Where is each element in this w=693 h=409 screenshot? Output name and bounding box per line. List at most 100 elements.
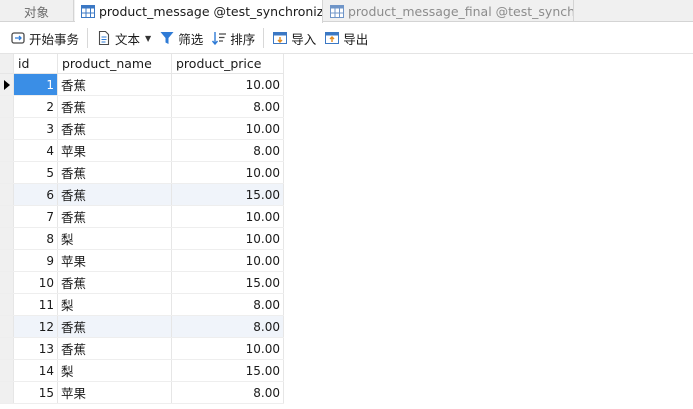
tab-product-message[interactable]: product_message @test_synchroniza... xyxy=(75,0,323,23)
export-button[interactable]: 导出 xyxy=(320,26,372,50)
cell-product-price[interactable]: 10.00 xyxy=(172,206,284,227)
cell-id[interactable]: 2 xyxy=(14,96,58,117)
begin-transaction-button[interactable]: 开始事务 xyxy=(6,26,83,50)
table-row[interactable]: 1 香蕉 10.00 xyxy=(0,74,284,96)
cell-id[interactable]: 14 xyxy=(14,360,58,381)
column-header-id[interactable]: id xyxy=(14,54,58,73)
cell-product-price[interactable]: 8.00 xyxy=(172,96,284,117)
cell-product-name[interactable]: 梨 xyxy=(58,228,172,249)
row-indicator[interactable] xyxy=(0,162,14,183)
cell-id[interactable]: 8 xyxy=(14,228,58,249)
cell-id[interactable]: 9 xyxy=(14,250,58,271)
row-indicator-header xyxy=(0,54,14,73)
import-label: 导入 xyxy=(291,31,317,47)
cell-id[interactable]: 11 xyxy=(14,294,58,315)
filter-icon xyxy=(160,32,174,44)
table-row[interactable]: 2 香蕉 8.00 xyxy=(0,96,284,118)
sort-icon xyxy=(212,32,227,46)
data-grid[interactable]: id product_name product_price 1 香蕉 10.00 2 香… xyxy=(0,54,284,404)
cell-product-name[interactable]: 香蕉 xyxy=(58,162,172,183)
table-row[interactable]: 12 香蕉 8.00 xyxy=(0,316,284,338)
sort-button[interactable]: 排序 xyxy=(207,26,259,50)
toolbar: 开始事务 文本 ▼ 筛选 排序 导入 导出 xyxy=(0,23,693,54)
cell-product-name[interactable]: 香蕉 xyxy=(58,272,172,293)
table-row[interactable]: 5 香蕉 10.00 xyxy=(0,162,284,184)
export-icon xyxy=(325,32,340,44)
cell-product-price[interactable]: 10.00 xyxy=(172,338,284,359)
cell-product-price[interactable]: 10.00 xyxy=(172,74,284,95)
current-row-arrow-icon xyxy=(3,79,10,90)
cell-product-name[interactable]: 梨 xyxy=(58,294,172,315)
tab-bar: 对象 product_message @test_synchroniza... … xyxy=(0,0,693,23)
filter-button[interactable]: 筛选 xyxy=(155,26,207,50)
table-row[interactable]: 6 香蕉 15.00 xyxy=(0,184,284,206)
cell-product-price[interactable]: 8.00 xyxy=(172,140,284,161)
row-indicator[interactable] xyxy=(0,360,14,381)
table-row[interactable]: 11 梨 8.00 xyxy=(0,294,284,316)
cell-product-price[interactable]: 10.00 xyxy=(172,250,284,271)
import-icon xyxy=(273,32,288,44)
cell-product-price[interactable]: 15.00 xyxy=(172,184,284,205)
row-indicator[interactable] xyxy=(0,228,14,249)
row-indicator[interactable] xyxy=(0,250,14,271)
table-row[interactable]: 13 香蕉 10.00 xyxy=(0,338,284,360)
cell-id[interactable]: 1 xyxy=(14,74,58,95)
cell-id[interactable]: 10 xyxy=(14,272,58,293)
cell-product-name[interactable]: 香蕉 xyxy=(58,316,172,337)
cell-id[interactable]: 6 xyxy=(14,184,58,205)
cell-product-name[interactable]: 香蕉 xyxy=(58,184,172,205)
cell-product-price[interactable]: 8.00 xyxy=(172,294,284,315)
tab-objects-label: 对象 xyxy=(23,4,49,20)
cell-id[interactable]: 3 xyxy=(14,118,58,139)
cell-id[interactable]: 15 xyxy=(14,382,58,403)
cell-product-name[interactable]: 香蕉 xyxy=(58,96,172,117)
cell-product-name[interactable]: 梨 xyxy=(58,360,172,381)
toolbar-divider xyxy=(87,28,89,48)
tab-product-message-final[interactable]: product_message_final @test_synchr... xyxy=(324,0,574,22)
cell-product-price[interactable]: 15.00 xyxy=(172,360,284,381)
row-indicator[interactable] xyxy=(0,96,14,117)
cell-product-name[interactable]: 香蕉 xyxy=(58,74,172,95)
table-row[interactable]: 3 香蕉 10.00 xyxy=(0,118,284,140)
cell-product-name[interactable]: 苹果 xyxy=(58,382,172,403)
column-header-product-price[interactable]: product_price xyxy=(172,54,284,73)
cell-id[interactable]: 4 xyxy=(14,140,58,161)
cell-product-name[interactable]: 苹果 xyxy=(58,250,172,271)
row-indicator[interactable] xyxy=(0,184,14,205)
import-button[interactable]: 导入 xyxy=(268,26,320,50)
cell-id[interactable]: 7 xyxy=(14,206,58,227)
table-row[interactable]: 8 梨 10.00 xyxy=(0,228,284,250)
cell-product-price[interactable]: 10.00 xyxy=(172,118,284,139)
text-button[interactable]: 文本 ▼ xyxy=(92,26,155,50)
row-indicator[interactable] xyxy=(0,118,14,139)
table-row[interactable]: 15 苹果 8.00 xyxy=(0,382,284,404)
cell-product-name[interactable]: 苹果 xyxy=(58,140,172,161)
cell-product-name[interactable]: 香蕉 xyxy=(58,338,172,359)
table-row[interactable]: 7 香蕉 10.00 xyxy=(0,206,284,228)
cell-product-name[interactable]: 香蕉 xyxy=(58,206,172,227)
row-indicator[interactable] xyxy=(0,294,14,315)
cell-product-price[interactable]: 15.00 xyxy=(172,272,284,293)
cell-product-price[interactable]: 8.00 xyxy=(172,382,284,403)
row-indicator[interactable] xyxy=(0,74,14,95)
cell-product-price[interactable]: 8.00 xyxy=(172,316,284,337)
cell-product-price[interactable]: 10.00 xyxy=(172,228,284,249)
row-indicator[interactable] xyxy=(0,140,14,161)
cell-product-price[interactable]: 10.00 xyxy=(172,162,284,183)
row-indicator[interactable] xyxy=(0,316,14,337)
row-indicator[interactable] xyxy=(0,206,14,227)
cell-id[interactable]: 13 xyxy=(14,338,58,359)
row-indicator[interactable] xyxy=(0,382,14,403)
column-header-product-name[interactable]: product_name xyxy=(58,54,172,73)
document-icon xyxy=(98,30,110,46)
row-indicator[interactable] xyxy=(0,272,14,293)
table-row[interactable]: 4 苹果 8.00 xyxy=(0,140,284,162)
table-row[interactable]: 10 香蕉 15.00 xyxy=(0,272,284,294)
row-indicator[interactable] xyxy=(0,338,14,359)
tab-objects[interactable]: 对象 xyxy=(0,0,74,22)
table-row[interactable]: 14 梨 15.00 xyxy=(0,360,284,382)
cell-id[interactable]: 12 xyxy=(14,316,58,337)
table-row[interactable]: 9 苹果 10.00 xyxy=(0,250,284,272)
cell-product-name[interactable]: 香蕉 xyxy=(58,118,172,139)
cell-id[interactable]: 5 xyxy=(14,162,58,183)
